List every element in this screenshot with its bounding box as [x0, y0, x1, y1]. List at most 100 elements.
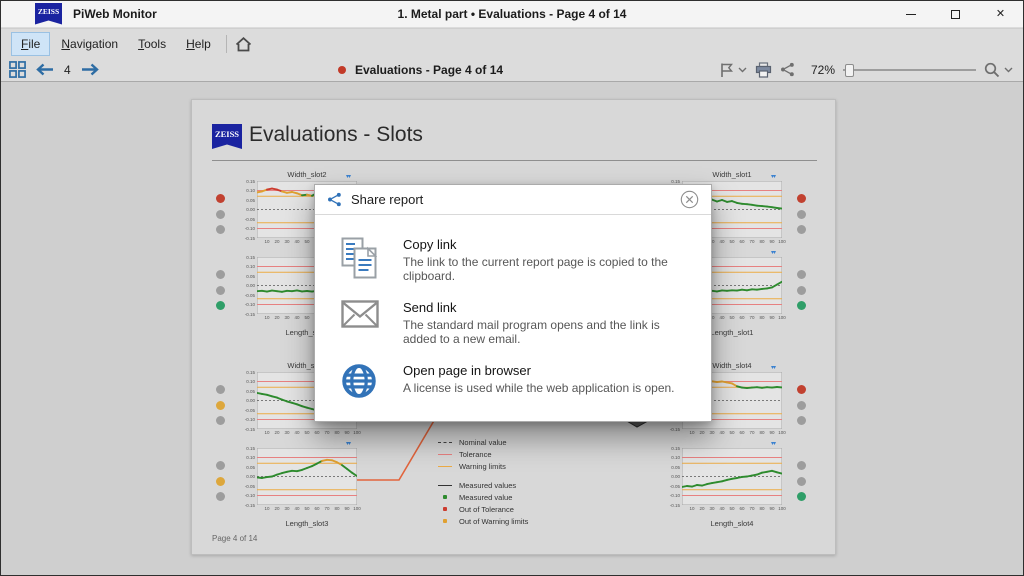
x-tick: 40 — [292, 239, 302, 244]
share-option-copy-link[interactable]: Copy linkThe link to the current report … — [315, 229, 711, 292]
x-tick: 30 — [282, 239, 292, 244]
zoom-slider-track[interactable] — [843, 69, 976, 71]
magnifier-dropdown-icon[interactable] — [1004, 67, 1013, 73]
page-footer: Page 4 of 14 — [212, 534, 257, 543]
dialog-close-button[interactable] — [679, 190, 699, 210]
chart-title: Width_slot1 — [682, 170, 782, 181]
menu-file[interactable]: File — [11, 32, 50, 56]
out-of-limit-marker-icon: ▾▾ — [771, 440, 775, 447]
y-tick: -0.05 — [240, 293, 255, 298]
app-window: ZEISS PiWeb Monitor 1. Metal part • Eval… — [0, 0, 1024, 576]
y-tick: 0.00 — [240, 474, 255, 479]
x-tick: 10 — [262, 315, 272, 320]
zoom-slider[interactable] — [843, 63, 976, 77]
y-tick: -0.15 — [240, 236, 255, 241]
x-tick: 30 — [282, 430, 292, 435]
y-tick: 0.05 — [240, 274, 255, 279]
share-option-description: A license is used while the web applicat… — [403, 381, 675, 395]
x-tick: 90 — [767, 430, 777, 435]
window-controls: ✕ — [888, 1, 1023, 28]
x-tick: 40 — [292, 315, 302, 320]
share-option-open-page-in-browser[interactable]: Open page in browser A license is used wh… — [315, 355, 711, 408]
copy-link-icon — [341, 237, 403, 279]
current-page-number: 4 — [64, 63, 71, 77]
status-label: Evaluations - Page 4 of 14 — [355, 63, 503, 77]
close-button[interactable]: ✕ — [978, 1, 1023, 28]
menubar-separator — [226, 35, 227, 53]
chart-label: Length_slot4 — [682, 519, 782, 530]
x-tick: 70 — [747, 506, 757, 511]
x-tick: 100 — [777, 239, 787, 244]
x-tick: 20 — [272, 239, 282, 244]
status-dot-gray — [216, 492, 225, 501]
x-tick: 80 — [757, 315, 767, 320]
app-title: PiWeb Monitor — [73, 7, 157, 21]
share-option-title: Copy link — [403, 237, 693, 252]
share-option-send-link[interactable]: Send link The standard mail program opens… — [315, 292, 711, 355]
x-tick: 20 — [272, 506, 282, 511]
y-tick: -0.10 — [240, 493, 255, 498]
report-title: Evaluations - Slots — [249, 123, 423, 147]
x-tick: 50 — [727, 506, 737, 511]
status-dot-green — [797, 492, 806, 501]
legend-item: Out of Warning limits — [437, 515, 607, 527]
menu-navigation[interactable]: Navigation — [52, 33, 127, 55]
status-dot-gray — [216, 286, 225, 295]
x-tick: 80 — [757, 239, 767, 244]
status-dot-red — [216, 194, 225, 203]
x-tick: 60 — [737, 315, 747, 320]
menu-tools[interactable]: Tools — [129, 33, 175, 55]
x-tick: 70 — [747, 239, 757, 244]
x-tick: 90 — [342, 430, 352, 435]
share-option-description: The standard mail program opens and the … — [403, 318, 693, 346]
x-tick: 70 — [747, 315, 757, 320]
svg-text:ZEISS: ZEISS — [38, 7, 59, 16]
x-tick: 30 — [707, 506, 717, 511]
share-option-title: Send link — [403, 300, 693, 315]
minimize-icon — [906, 14, 916, 15]
status-dot-gray — [216, 461, 225, 470]
y-tick: -0.10 — [665, 493, 680, 498]
status-dot-gray — [216, 385, 225, 394]
y-tick: 0.10 — [240, 188, 255, 193]
dialog-title: Share report — [351, 192, 679, 207]
x-tick: 40 — [292, 506, 302, 511]
magnifier-icon[interactable] — [984, 62, 1000, 78]
x-tick: 90 — [767, 239, 777, 244]
chart-title: Width_slot2 — [257, 170, 357, 181]
next-page-icon[interactable] — [81, 63, 99, 76]
x-tick: 100 — [777, 430, 787, 435]
x-tick: 50 — [302, 430, 312, 435]
titlebar: ZEISS PiWeb Monitor 1. Metal part • Eval… — [1, 1, 1023, 28]
x-tick: 20 — [697, 506, 707, 511]
chart-Length_slot4 — [682, 448, 782, 505]
print-icon[interactable] — [755, 62, 772, 78]
flag-dropdown-icon[interactable] — [738, 67, 747, 73]
chart-Length_slot3 — [257, 448, 357, 505]
y-tick: -0.15 — [240, 427, 255, 432]
x-tick: 20 — [697, 430, 707, 435]
x-tick: 100 — [777, 506, 787, 511]
x-tick: 40 — [717, 239, 727, 244]
status-dot-green — [216, 301, 225, 310]
minimize-button[interactable] — [888, 1, 933, 28]
status-dot-gray — [797, 286, 806, 295]
x-tick: 10 — [262, 506, 272, 511]
previous-page-icon[interactable] — [36, 63, 54, 76]
status-dot-gray — [797, 270, 806, 279]
home-icon[interactable] — [235, 36, 252, 52]
y-tick: -0.15 — [665, 427, 680, 432]
x-tick: 50 — [302, 506, 312, 511]
y-tick: 0.10 — [665, 455, 680, 460]
zoom-slider-handle[interactable] — [845, 64, 854, 77]
share-option-title: Open page in browser — [403, 363, 675, 378]
maximize-button[interactable] — [933, 1, 978, 28]
y-tick: 0.10 — [240, 264, 255, 269]
status-dot-gray — [797, 461, 806, 470]
menu-help[interactable]: Help — [177, 33, 220, 55]
page-overview-icon[interactable] — [9, 61, 26, 78]
flag-icon[interactable] — [719, 62, 734, 78]
share-icon[interactable] — [780, 62, 795, 77]
y-tick: 0.05 — [665, 465, 680, 470]
status-dot-red — [797, 194, 806, 203]
